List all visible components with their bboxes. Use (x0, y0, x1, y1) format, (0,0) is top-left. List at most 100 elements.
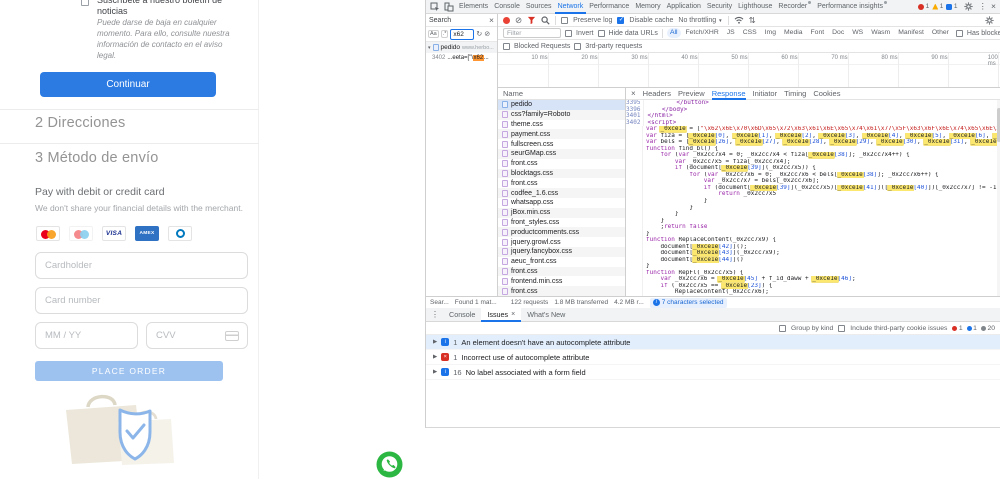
preserve-log-checkbox[interactable] (561, 17, 568, 24)
filter-type-all[interactable]: All (667, 28, 681, 38)
third-party-checkbox[interactable] (574, 43, 581, 50)
section-addresses-heading[interactable]: 2 Direcciones (35, 115, 125, 131)
warning-count-badge[interactable]: 1 (932, 3, 943, 10)
network-request-row[interactable]: blocktags.css (498, 169, 625, 179)
filter-type-manifest[interactable]: Manifest (895, 28, 927, 38)
name-column-header[interactable]: Name (498, 88, 625, 100)
filter-input[interactable] (503, 28, 561, 38)
filter-type-css[interactable]: CSS (740, 28, 760, 38)
hide-data-urls-checkbox[interactable] (598, 30, 605, 37)
settings-gear-icon[interactable] (962, 1, 975, 13)
devtools-tab-memory[interactable]: Memory (632, 0, 663, 14)
devtools-tab-network[interactable]: Network (555, 0, 587, 14)
drawer-kebab-icon[interactable]: ⋮ (429, 310, 441, 319)
issue-row[interactable]: ▶i16No label associated with a form fiel… (426, 365, 1000, 380)
expand-icon[interactable]: ▶ (433, 369, 437, 375)
issue-count-badge[interactable]: 1 (946, 3, 957, 10)
expand-icon[interactable]: ▶ (433, 354, 437, 360)
devtools-tab-lighthouse[interactable]: Lighthouse (735, 0, 775, 14)
response-tab-preview[interactable]: Preview (678, 88, 705, 100)
network-request-row[interactable]: pedido (498, 100, 625, 110)
network-request-row[interactable]: frontend.min.css (498, 276, 625, 286)
response-code-view[interactable]: 3395 </button>3396 </body>3401</html>340… (626, 100, 997, 296)
network-request-row[interactable]: aeuc_front.css (498, 257, 625, 267)
response-tab-response[interactable]: Response (712, 88, 746, 100)
close-issues-tab-icon[interactable]: × (511, 311, 515, 318)
inspect-icon[interactable] (428, 1, 441, 13)
issue-row[interactable]: ▶i1An element doesn't have an autocomple… (426, 335, 1000, 350)
drawer-tab-console[interactable]: Console (443, 308, 481, 322)
devtools-tab-recorder[interactable]: Recorder (775, 0, 814, 14)
network-request-row[interactable]: whatsapp.css (498, 198, 625, 208)
newsletter-checkbox[interactable] (81, 0, 89, 6)
network-request-row[interactable]: front.css (498, 178, 625, 188)
device-toolbar-icon[interactable] (442, 1, 455, 13)
close-detail-icon[interactable]: × (631, 89, 636, 98)
response-tab-initiator[interactable]: Initiator (753, 88, 778, 100)
has-blocked-cookies-checkbox[interactable] (956, 30, 963, 37)
devtools-tab-security[interactable]: Security (704, 0, 735, 14)
network-request-row[interactable]: front.css (498, 159, 625, 169)
drawer-tab-issues[interactable]: Issues× (481, 308, 521, 322)
filter-type-ws[interactable]: WS (849, 28, 866, 38)
regex-toggle[interactable]: .* (441, 30, 449, 38)
filter-type-media[interactable]: Media (781, 28, 806, 38)
section-shipping-heading[interactable]: 3 Método de envío (35, 150, 159, 166)
devtools-tab-performance-insights[interactable]: Performance insights (814, 0, 890, 14)
filter-type-font[interactable]: Font (808, 28, 828, 38)
network-request-row[interactable]: jBox.min.css (498, 208, 625, 218)
response-tab-cookies[interactable]: Cookies (813, 88, 840, 100)
import-export-icon[interactable]: ⇅ (749, 16, 756, 25)
continue-button[interactable]: Continuar (40, 72, 216, 97)
throttling-select[interactable]: No throttling ▼ (678, 17, 722, 24)
network-request-row[interactable]: theme.css (498, 120, 625, 130)
network-conditions-icon[interactable] (734, 16, 744, 24)
refresh-icon[interactable]: ↻ (476, 30, 482, 38)
filter-type-wasm[interactable]: Wasm (868, 28, 893, 38)
match-case-toggle[interactable]: Aa (428, 30, 439, 38)
network-request-row[interactable]: front.css (498, 286, 625, 296)
blocked-requests-checkbox[interactable] (503, 43, 510, 50)
include-third-party-checkbox[interactable] (838, 325, 845, 332)
filter-type-js[interactable]: JS (724, 28, 738, 38)
whatsapp-button[interactable] (376, 451, 403, 478)
network-request-row[interactable]: jquery.growl.css (498, 237, 625, 247)
invert-checkbox[interactable] (565, 30, 572, 37)
expand-icon[interactable]: ▶ (433, 339, 437, 345)
clear-search-icon[interactable]: ⊘ (484, 30, 490, 38)
drawer-tab-what-s-new[interactable]: What's New (521, 308, 571, 322)
disable-cache-checkbox[interactable] (617, 17, 624, 24)
search-input[interactable] (450, 29, 474, 40)
response-tab-timing[interactable]: Timing (784, 88, 806, 100)
kebab-menu-icon[interactable]: ⋮ (979, 2, 988, 11)
record-icon[interactable] (503, 17, 510, 24)
devtools-tab-sources[interactable]: Sources (523, 0, 555, 14)
network-request-row[interactable]: css?family=Roboto (498, 110, 625, 120)
clear-icon[interactable]: ⊘ (515, 16, 522, 25)
issue-row[interactable]: ▶×1Incorrect use of autocomplete attribu… (426, 350, 1000, 365)
filter-type-img[interactable]: Img (762, 28, 779, 38)
filter-type-fetch-xhr[interactable]: Fetch/XHR (683, 28, 722, 38)
close-devtools-icon[interactable]: × (991, 2, 996, 11)
network-request-row[interactable]: codfee_1.6.css (498, 188, 625, 198)
error-count-badge[interactable]: 1 (918, 3, 929, 10)
filter-type-doc[interactable]: Doc (829, 28, 847, 38)
filter-funnel-icon[interactable] (527, 16, 536, 25)
network-request-row[interactable]: front.css (498, 267, 625, 277)
place-order-button[interactable]: PLACE ORDER (35, 361, 223, 381)
devtools-tab-console[interactable]: Console (491, 0, 523, 14)
network-settings-gear-icon[interactable] (983, 14, 996, 26)
cardholder-input[interactable] (35, 252, 248, 279)
group-by-kind-checkbox[interactable] (779, 325, 786, 332)
close-search-icon[interactable]: × (489, 16, 494, 25)
network-request-row[interactable]: fullscreen.css (498, 139, 625, 149)
network-request-row[interactable]: front_styles.css (498, 218, 625, 228)
response-tab-headers[interactable]: Headers (643, 88, 671, 100)
devtools-tab-elements[interactable]: Elements (456, 0, 491, 14)
network-request-row[interactable]: seurGMap.css (498, 149, 625, 159)
network-request-row[interactable]: productcomments.css (498, 227, 625, 237)
search-icon[interactable] (541, 16, 550, 25)
filter-type-other[interactable]: Other (929, 28, 952, 38)
network-request-row[interactable]: payment.css (498, 129, 625, 139)
devtools-tab-performance[interactable]: Performance (586, 0, 632, 14)
